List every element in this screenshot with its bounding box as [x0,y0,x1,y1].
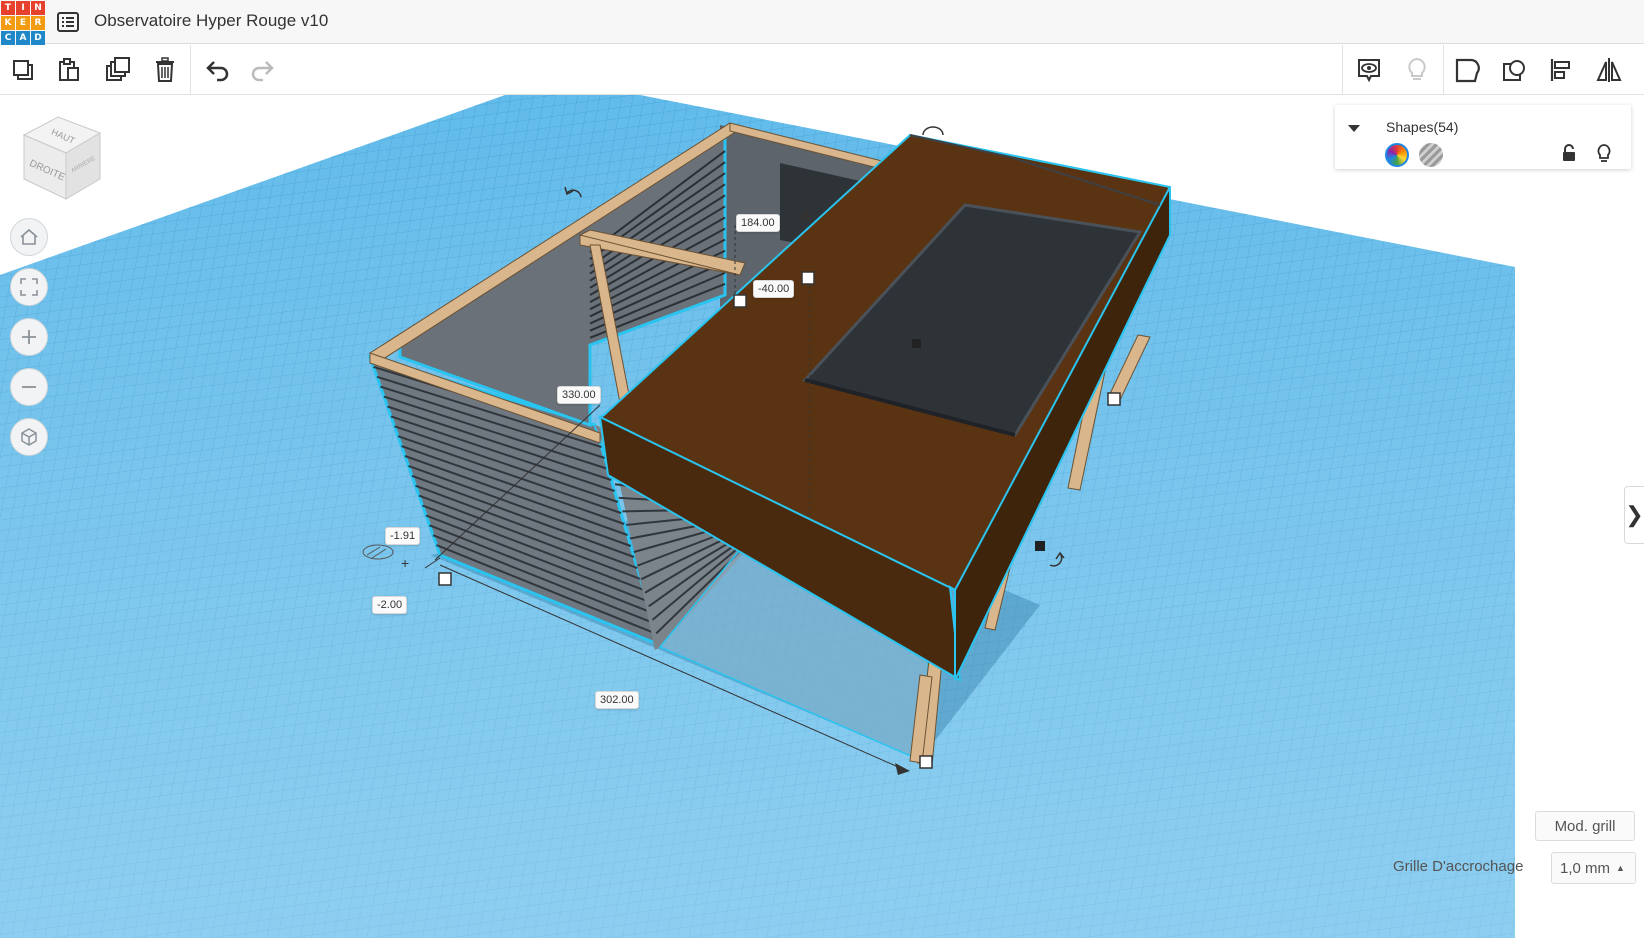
group-button[interactable] [1450,53,1484,87]
caret-icon: ▲ [1616,863,1625,873]
logo-letter: T [1,1,15,15]
toolbar [0,45,1644,95]
align-icon [1550,59,1570,81]
view-cube[interactable]: HAUT DROITE ARRIÈRE [18,111,104,203]
redo-button[interactable] [246,53,280,87]
home-view-button[interactable] [10,218,48,256]
logo-letter: I [16,1,30,15]
dimension-x-offset[interactable]: -1.91 [385,527,421,545]
dimension-depth[interactable]: 330.00 [557,386,601,404]
chevron-down-icon[interactable] [1345,119,1363,137]
svg-text:+: + [401,555,409,571]
chevron-right-icon: ❯ [1625,502,1644,527]
lightbulb-icon [1408,57,1426,80]
copy-button[interactable] [6,53,40,87]
minus-icon [22,386,36,388]
perspective-button[interactable] [10,418,48,456]
rainbow-color-icon[interactable] [1385,143,1409,167]
lock-icon[interactable] [1560,143,1578,163]
zoom-out-button[interactable] [10,368,48,406]
trash-icon [156,57,174,82]
edit-grid-button[interactable]: Mod. grill [1535,811,1635,841]
redo-icon [251,61,274,82]
logo-letter: C [1,31,15,45]
cube-icon [21,428,37,446]
duplicate-button[interactable] [100,53,134,87]
show-all-button[interactable] [1352,53,1386,87]
undo-button[interactable] [200,53,234,87]
workplane-scene[interactable]: + [0,95,1644,938]
snap-grid-label: Grille D'accrochage [1393,858,1524,875]
paste-icon [59,58,79,81]
design-title[interactable]: Observatoire Hyper Rouge v10 [94,11,328,31]
mirror-icon [1596,58,1622,82]
logo-letter: K [1,16,15,30]
mirror-button[interactable] [1592,53,1626,87]
paste-button[interactable] [52,53,86,87]
fit-view-icon [20,278,38,296]
logo-letter: A [16,31,30,45]
plus-icon [22,330,36,344]
duplicate-icon [106,57,130,81]
group-icon [1455,58,1480,83]
dimension-y-offset[interactable]: -2.00 [372,596,408,614]
title-bar: TIN KER CAD Observatoire Hyper Rouge v10 [0,0,1644,45]
home-icon [20,228,38,245]
lightbulb-icon[interactable] [1595,143,1613,163]
shapes-count: Shapes(54) [1386,119,1459,135]
list-icon[interactable] [56,10,80,34]
shape-library-toggle[interactable]: ❯ [1624,486,1644,544]
dimension-width[interactable]: 302.00 [595,691,639,709]
ungroup-button[interactable] [1497,53,1531,87]
hole-stripes-icon[interactable] [1419,143,1443,167]
rotate-handle[interactable] [1035,541,1045,551]
hide-button[interactable] [1400,53,1434,87]
tinkercad-logo[interactable]: TIN KER CAD [0,0,45,45]
zoom-in-button[interactable] [10,318,48,356]
logo-letter: R [31,16,45,30]
dimension-elevation[interactable]: -40.00 [753,280,795,298]
logo-letter: D [31,31,45,45]
fit-view-button[interactable] [10,268,48,306]
shapes-panel: Shapes(54) [1335,105,1631,169]
workplane-viewport[interactable]: + 184.00 -40.00 330.00 -1.91 -2.00 302.0… [0,95,1644,938]
dimension-height[interactable]: 184.00 [736,214,780,232]
align-button[interactable] [1544,53,1578,87]
snap-grid-value: 1,0 mm [1560,859,1611,877]
logo-letter: E [16,16,30,30]
copy-icon [13,60,33,80]
eye-icon [1358,59,1380,83]
logo-letter: N [31,1,45,15]
ungroup-icon [1503,60,1525,81]
delete-button[interactable] [148,53,182,87]
snap-grid-select[interactable]: 1,0 mm ▲ [1551,852,1636,884]
undo-icon [206,61,229,82]
